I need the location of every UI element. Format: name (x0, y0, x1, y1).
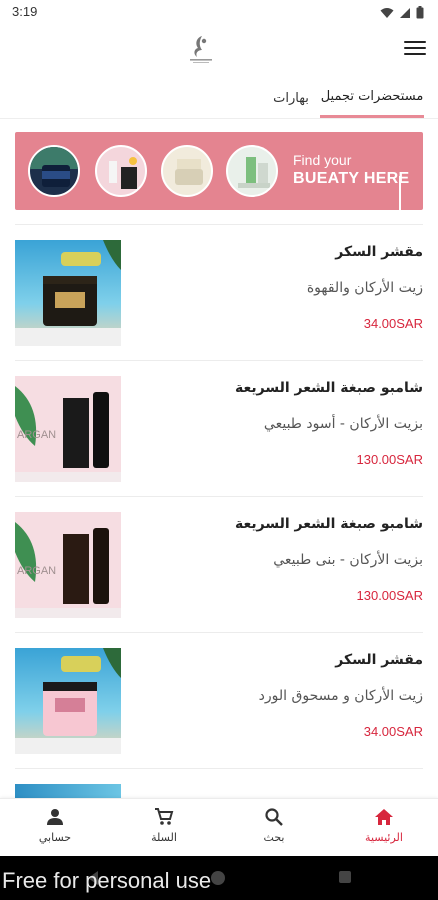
home-icon (375, 809, 393, 825)
product-card[interactable]: ARGAN شامبو صبغة الشعر السريعة بزيت الأر… (15, 376, 423, 486)
nav-account[interactable]: حسابي (20, 807, 90, 853)
product-image (15, 648, 121, 754)
product-image (15, 240, 121, 346)
tab-divider (0, 118, 438, 119)
list-divider (15, 360, 423, 361)
list-divider (15, 632, 423, 633)
status-icons (380, 6, 424, 19)
status-bar: 3:19 (0, 0, 438, 26)
product-price: 130.00SAR (356, 452, 424, 467)
category-tabs: مستحضرات تجميل بهارات (0, 78, 438, 120)
product-name: مقشر السكر (335, 244, 423, 260)
product-description: زيت الأركان والقهوة (306, 280, 423, 296)
menu-line (404, 47, 426, 49)
search-icon (265, 808, 283, 826)
product-name: مقشر السكر (335, 652, 423, 668)
product-card[interactable] (15, 784, 423, 798)
banner-subheadline: BUEATY HERE (293, 170, 410, 187)
product-card[interactable]: مقشر السكر زيت الأركان والقهوة 34.00SAR (15, 240, 423, 350)
product-name: شامبو صبغة الشعر السريعة (234, 516, 423, 532)
product-image (15, 784, 121, 798)
brand-logo-icon[interactable] (184, 32, 218, 66)
battery-icon (416, 6, 424, 19)
watermark-text: Free for personal use (2, 868, 212, 893)
product-price: 34.00SAR (363, 316, 423, 331)
product-price: 130.00SAR (356, 588, 424, 603)
nav-cart-label: السلة (151, 831, 177, 844)
nav-search-label: بحث (263, 831, 285, 844)
signal-icon (400, 7, 410, 18)
product-description: بزيت الأركان - بنى طبيعي (273, 552, 423, 568)
list-divider (15, 768, 423, 769)
list-divider (15, 224, 423, 225)
nav-cart[interactable]: السلة (129, 807, 199, 853)
product-price: 34.00SAR (363, 724, 423, 739)
tab-cosmetics[interactable]: مستحضرات تجميل (320, 78, 424, 118)
product-card[interactable]: مقشر السكر زيت الأركان و مسحوق الورد 34.… (15, 648, 423, 758)
product-image: ARGAN (15, 376, 121, 482)
svg-text:ARGAN: ARGAN (17, 565, 56, 577)
svg-text:ARGAN: ARGAN (17, 429, 56, 441)
product-description: زيت الأركان و مسحوق الورد (258, 688, 423, 704)
list-divider (15, 496, 423, 497)
menu-button[interactable] (404, 39, 426, 57)
banner-headline: Find your (293, 152, 352, 168)
recents-icon[interactable] (338, 870, 352, 884)
cart-icon (155, 808, 174, 825)
wifi-icon (380, 7, 394, 18)
nav-account-label: حسابي (38, 831, 72, 844)
person-icon (47, 809, 63, 825)
tab-spices[interactable]: بهارات (264, 78, 318, 118)
banner-product-image (28, 145, 80, 197)
app-header (0, 26, 438, 76)
banner-accent-line (399, 176, 401, 210)
product-card[interactable]: ARGAN شامبو صبغة الشعر السريعة بزيت الأر… (15, 512, 423, 622)
nav-search[interactable]: بحث (239, 807, 309, 853)
nav-home-label: الرئيسية (365, 831, 403, 844)
product-name: شامبو صبغة الشعر السريعة (234, 380, 423, 396)
banner-product-image (161, 145, 213, 197)
banner-product-image (226, 145, 278, 197)
bottom-navigation: الرئيسية بحث السلة حسابي (0, 798, 438, 856)
banner-product-image (95, 145, 147, 197)
nav-home[interactable]: الرئيسية (349, 807, 419, 853)
status-time: 3:19 (12, 4, 38, 19)
product-description: بزيت الأركان - أسود طبيعي (263, 416, 423, 432)
menu-line (404, 41, 426, 43)
promo-banner[interactable]: Find your BUEATY HERE (15, 132, 423, 210)
menu-line (404, 53, 426, 55)
product-image: ARGAN (15, 512, 121, 618)
home-button-icon[interactable] (210, 870, 226, 886)
